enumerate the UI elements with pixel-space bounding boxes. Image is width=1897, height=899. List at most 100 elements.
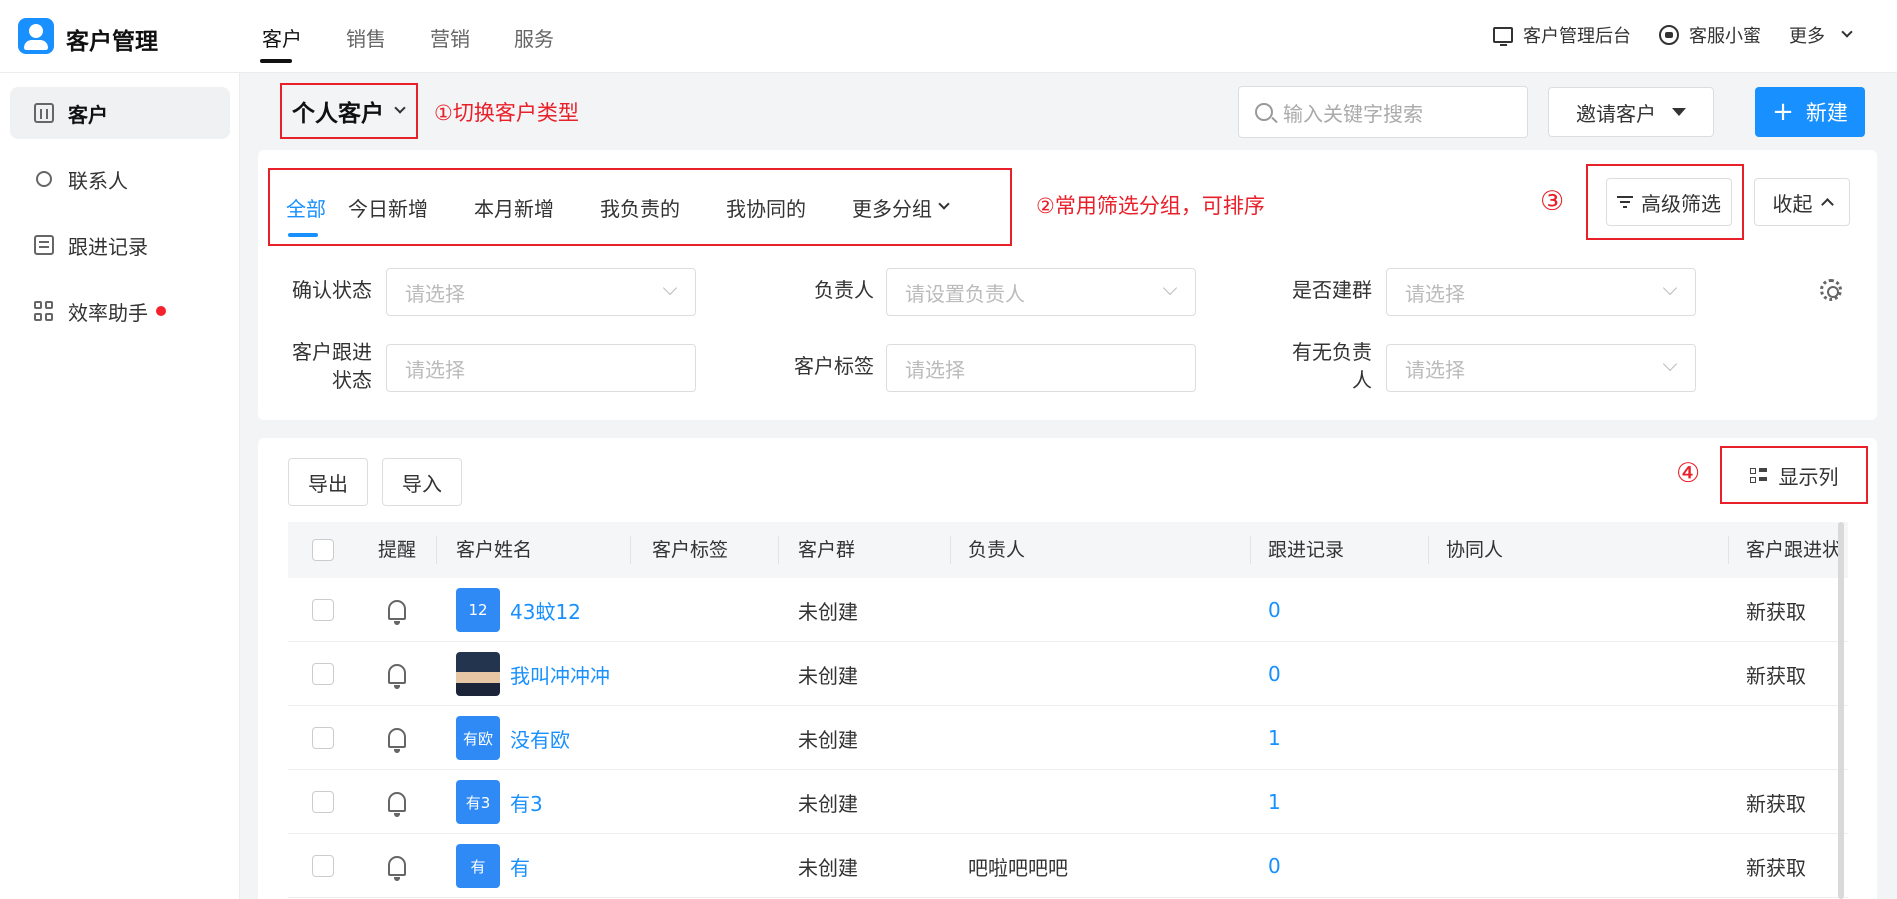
- topnav-marketing[interactable]: 营销: [408, 0, 492, 73]
- advanced-filter-button[interactable]: 高级筛选: [1606, 178, 1732, 226]
- customer-name-cell[interactable]: 有3 有3: [456, 770, 543, 834]
- col-reminder: 提醒: [378, 539, 417, 561]
- table-row[interactable]: 12 43蚊12 未创建 0 新获取: [288, 578, 1848, 642]
- row-checkbox[interactable]: [312, 770, 334, 834]
- sidebar-item-efficiency[interactable]: 效率助手: [10, 285, 230, 337]
- has-owner-select[interactable]: 请选择: [1386, 344, 1696, 392]
- bell-icon[interactable]: [388, 834, 406, 898]
- customer-name-cell[interactable]: 我叫冲冲冲: [456, 642, 610, 706]
- tab-my-owned[interactable]: 我负责的: [600, 193, 680, 222]
- tab-more-groups[interactable]: 更多分组: [852, 193, 950, 222]
- records-link[interactable]: 0: [1268, 642, 1281, 706]
- col-collaborators: 协同人: [1446, 539, 1504, 561]
- col-followup-records: 跟进记录: [1268, 539, 1345, 561]
- confirm-status-select[interactable]: 请选择: [386, 268, 696, 316]
- customer-name-cell[interactable]: 12 43蚊12: [456, 578, 581, 642]
- filter-label-customer-tag: 客户标签: [794, 354, 874, 378]
- topnav-sales[interactable]: 销售: [324, 0, 408, 73]
- status-cell: 新获取: [1746, 855, 1806, 880]
- bell-icon[interactable]: [388, 642, 406, 706]
- notification-dot: [156, 306, 166, 316]
- plus-icon: +: [1772, 97, 1794, 127]
- search-icon: [1255, 103, 1273, 121]
- row-checkbox[interactable]: [312, 642, 334, 706]
- chevron-down-icon: [1662, 280, 1678, 296]
- select-all-checkbox[interactable]: [312, 539, 334, 561]
- top-right-menu: 客户管理后台 客服小蜜 更多: [1493, 22, 1853, 48]
- more-menu[interactable]: 更多: [1789, 22, 1853, 48]
- col-customer-group: 客户群: [798, 539, 856, 561]
- bell-icon[interactable]: [388, 706, 406, 770]
- chevron-down-icon: [662, 280, 678, 296]
- customer-type-select[interactable]: 个人客户: [280, 83, 418, 139]
- status-cell: 新获取: [1746, 599, 1806, 624]
- filter-label-group-created: 是否建群: [1292, 278, 1372, 302]
- group-cell: 未创建: [798, 791, 858, 816]
- followup-status-select[interactable]: 请选择: [386, 344, 696, 392]
- table-row[interactable]: 有 有 未创建 吧啦吧吧吧 0 新获取: [288, 834, 1848, 898]
- table-row[interactable]: 有欧 没有欧 未创建 1: [288, 706, 1848, 770]
- collapse-button[interactable]: 收起: [1754, 178, 1850, 226]
- table-row[interactable]: 有3 有3 未创建 1 新获取: [288, 770, 1848, 834]
- sidebar-item-contacts[interactable]: 联系人: [10, 153, 230, 205]
- table-row[interactable]: 我叫冲冲冲 未创建 0 新获取: [288, 642, 1848, 706]
- records-link[interactable]: 0: [1268, 578, 1281, 642]
- topnav-service[interactable]: 服务: [492, 0, 576, 73]
- chevron-down-icon: [938, 198, 950, 210]
- admin-console-link[interactable]: 客户管理后台: [1493, 22, 1631, 48]
- customer-name-cell[interactable]: 有 有: [456, 834, 530, 898]
- new-button[interactable]: + 新建: [1755, 87, 1865, 137]
- group-created-select[interactable]: 请选择: [1386, 268, 1696, 316]
- bell-icon[interactable]: [388, 578, 406, 642]
- list-settings-icon: [1749, 467, 1767, 483]
- customer-tag-select[interactable]: 请选择: [886, 344, 1196, 392]
- chevron-down-icon: [1841, 26, 1853, 38]
- annotation-4: ④: [1676, 458, 1701, 489]
- top-bar: 客户管理 客户 销售 营销 服务 客户管理后台 客服小蜜 更多: [0, 0, 1897, 73]
- building-icon: [34, 103, 54, 123]
- group-cell: 未创建: [798, 599, 858, 624]
- import-button[interactable]: 导入: [382, 458, 462, 506]
- row-checkbox[interactable]: [312, 834, 334, 898]
- tab-my-collab[interactable]: 我协同的: [726, 193, 806, 222]
- filter-label-confirm-status: 确认状态: [292, 278, 372, 302]
- filter-label-followup-status: 客户跟进 状态: [292, 340, 372, 392]
- topnav-customer[interactable]: 客户: [240, 0, 324, 73]
- col-customer-tag: 客户标签: [652, 539, 729, 561]
- tab-all[interactable]: 全部: [286, 193, 326, 237]
- row-checkbox[interactable]: [312, 578, 334, 642]
- records-link[interactable]: 1: [1268, 770, 1281, 834]
- owner-cell: 吧啦吧吧吧: [968, 855, 1068, 880]
- tab-today-new[interactable]: 今日新增: [348, 193, 428, 222]
- col-customer-name: 客户姓名: [456, 539, 533, 561]
- avatar: [456, 652, 500, 696]
- records-link[interactable]: 0: [1268, 834, 1281, 898]
- sidebar-item-followup[interactable]: 跟进记录: [10, 219, 230, 271]
- table-panel: 导出 导入 ④ 显示列 提醒 客户姓名 客户标签 客户群 负责人 跟进记录 协同…: [258, 438, 1877, 899]
- owner-select[interactable]: 请设置负责人: [886, 268, 1196, 316]
- col-owner: 负责人: [968, 539, 1026, 561]
- monitor-icon: [1493, 27, 1513, 46]
- invite-customer-button[interactable]: 邀请客户: [1548, 87, 1714, 137]
- app-logo: [18, 18, 54, 54]
- top-nav: 客户 销售 营销 服务: [240, 0, 576, 73]
- avatar: 有3: [456, 780, 500, 824]
- group-cell: 未创建: [798, 727, 858, 752]
- contact-icon: [36, 171, 52, 187]
- customer-service-link[interactable]: 客服小蜜: [1659, 22, 1761, 48]
- bell-icon[interactable]: [388, 770, 406, 834]
- tab-month-new[interactable]: 本月新增: [474, 193, 554, 222]
- filter-panel: 全部 今日新增 本月新增 我负责的 我协同的 更多分组 ②常用筛选分组，可排序 …: [258, 150, 1877, 420]
- search-input[interactable]: 输入关键字搜索: [1238, 86, 1528, 138]
- table-scrollbar[interactable]: [1838, 522, 1844, 899]
- annotation-2: ②常用筛选分组，可排序: [1036, 194, 1265, 218]
- show-columns-button[interactable]: 显示列: [1720, 446, 1868, 504]
- records-link[interactable]: 1: [1268, 706, 1281, 770]
- gear-icon[interactable]: [1820, 279, 1842, 301]
- export-button[interactable]: 导出: [288, 458, 368, 506]
- caret-down-icon: [1672, 108, 1686, 116]
- customer-name-cell[interactable]: 有欧 没有欧: [456, 706, 570, 770]
- sidebar-item-customer[interactable]: 客户: [10, 87, 230, 139]
- chevron-down-icon: [1662, 356, 1678, 372]
- row-checkbox[interactable]: [312, 706, 334, 770]
